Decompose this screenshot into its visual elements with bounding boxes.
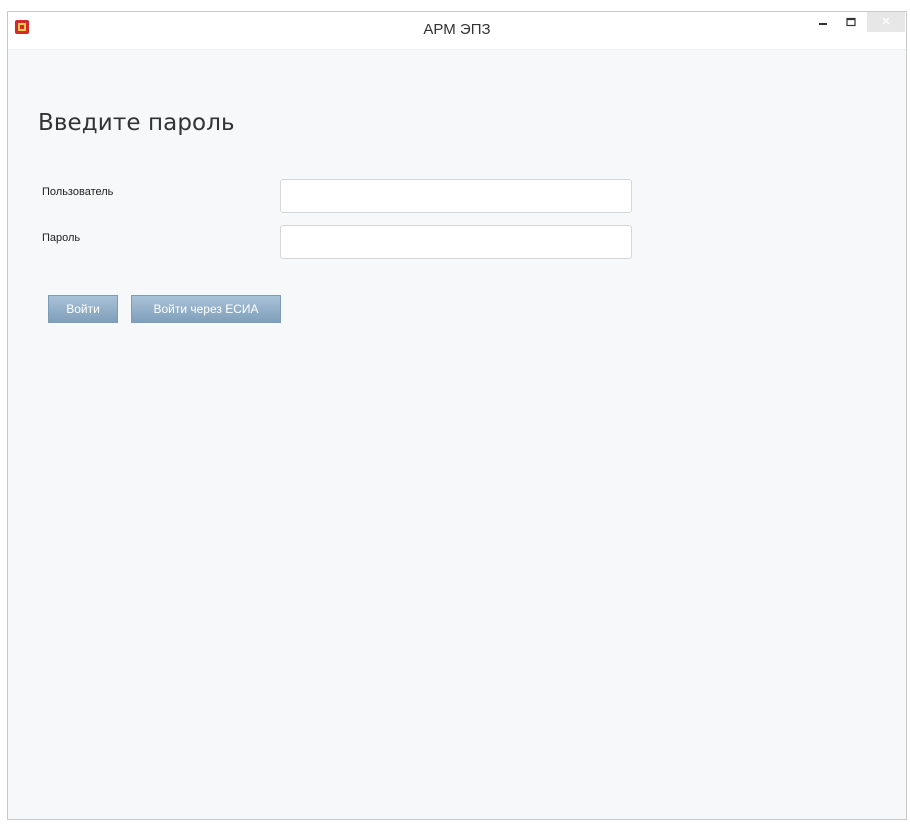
page-title: Введите пароль — [38, 110, 235, 136]
maximize-button[interactable] — [840, 12, 862, 34]
title-bar[interactable]: АРМ ЭПЗ — [8, 12, 906, 50]
password-input[interactable] — [280, 225, 632, 259]
app-window: АРМ ЭПЗ Введите пароль Пользователь Паро… — [7, 11, 907, 820]
password-label: Пароль — [42, 232, 81, 244]
window-title: АРМ ЭПЗ — [423, 21, 491, 38]
minimize-icon — [818, 14, 828, 32]
maximize-icon — [846, 14, 856, 32]
minimize-button[interactable] — [812, 12, 834, 34]
close-icon — [882, 16, 890, 28]
username-input[interactable] — [280, 179, 632, 213]
login-panel: Введите пароль Пользователь Пароль Войти… — [8, 49, 906, 819]
close-button[interactable] — [867, 12, 905, 32]
login-esia-button[interactable]: Войти через ЕСИА — [131, 295, 281, 323]
login-button[interactable]: Войти — [48, 295, 118, 323]
username-label: Пользователь — [42, 186, 114, 198]
